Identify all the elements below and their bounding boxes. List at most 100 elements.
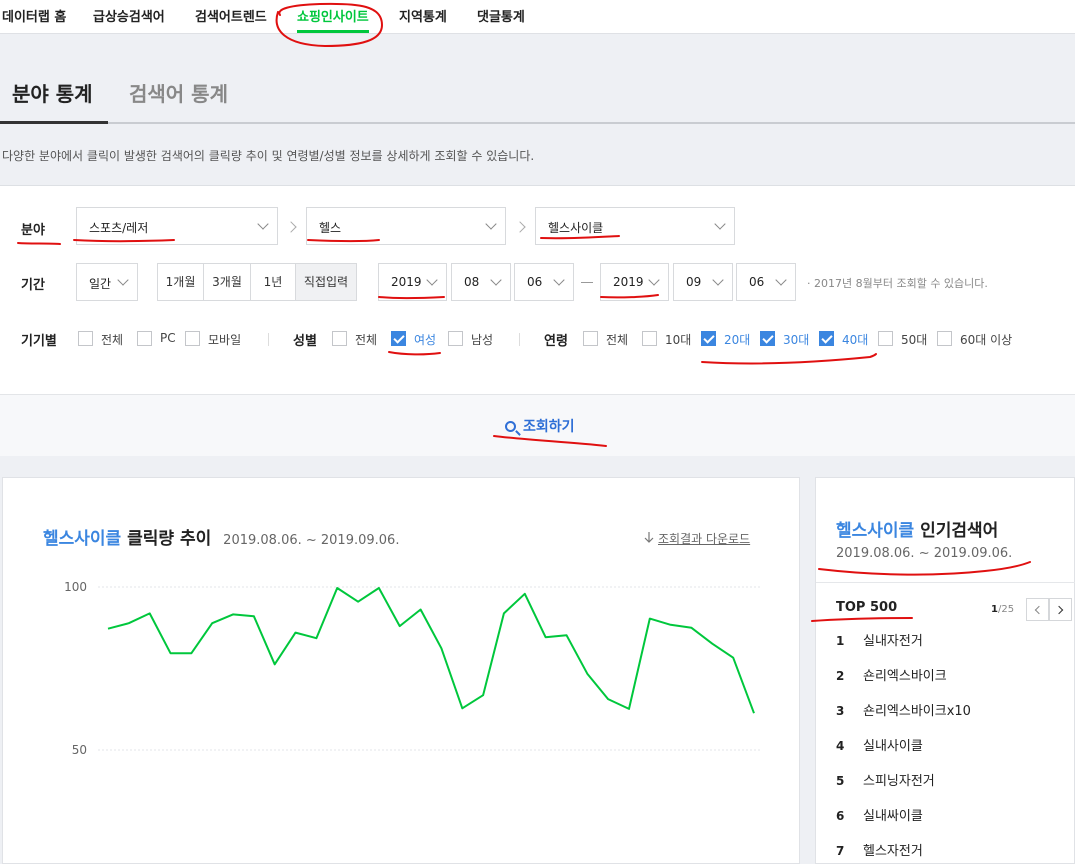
age-10s-checkbox[interactable] [642, 331, 657, 346]
data-point[interactable] [687, 624, 695, 632]
data-point[interactable] [417, 605, 425, 613]
age-60s-checkbox[interactable] [937, 331, 952, 346]
chevron-right-icon [1054, 605, 1064, 615]
data-point[interactable] [458, 704, 466, 712]
end-month-value: 09 [686, 275, 702, 289]
data-point[interactable] [271, 660, 279, 668]
data-point[interactable] [708, 640, 716, 648]
data-point[interactable] [521, 590, 529, 598]
nav-rising-keywords[interactable]: 급상승검색어 [93, 6, 165, 25]
chevron-down-icon [775, 274, 787, 286]
data-point[interactable] [583, 670, 591, 678]
end-year-value: 2019 [613, 275, 644, 289]
data-point[interactable] [333, 584, 341, 592]
data-point[interactable] [312, 634, 320, 642]
gender-female-checkbox[interactable] [391, 331, 406, 346]
data-point[interactable] [125, 619, 133, 627]
nav-regional-stats[interactable]: 지역통계 [399, 6, 447, 25]
device-all-checkbox[interactable] [78, 331, 93, 346]
data-point[interactable] [646, 615, 654, 623]
search-area: 조회하기 [0, 394, 1075, 456]
age-all-checkbox[interactable] [583, 331, 598, 346]
chart-title: 헬스사이클 클릭량 추이 2019.08.06. ~ 2019.09.06. [43, 524, 399, 549]
ranking-item[interactable]: 7 헬스자전거 [836, 840, 923, 860]
device-mobile-checkbox[interactable] [185, 331, 200, 346]
start-day-select[interactable]: 06 [514, 263, 574, 301]
age-40s-checkbox[interactable] [819, 331, 834, 346]
period-custom-button[interactable]: 직접입력 [295, 263, 357, 301]
chevron-left-icon [1034, 605, 1044, 615]
data-point[interactable] [167, 649, 175, 657]
device-label: 기기별 [21, 334, 57, 349]
ranking-item[interactable]: 3 숀리엑스바이크x10 [836, 700, 971, 720]
category3-select[interactable]: 헬스사이클 [535, 207, 735, 245]
start-month-select[interactable]: 08 [451, 263, 511, 301]
data-point[interactable] [229, 610, 237, 618]
age-20s-label: 20대 [724, 333, 751, 347]
age-30s-checkbox[interactable] [760, 331, 775, 346]
prev-page-button[interactable] [1026, 598, 1049, 621]
nav-shopping-insight[interactable]: 쇼핑인사이트 [297, 6, 369, 25]
data-point[interactable] [625, 705, 633, 713]
data-point[interactable] [354, 598, 362, 606]
ranking-item[interactable]: 2 숀리엑스바이크 [836, 665, 947, 685]
data-point[interactable] [729, 654, 737, 662]
ranking-item[interactable]: 6 실내싸이클 [836, 805, 923, 825]
data-point[interactable] [146, 609, 154, 617]
data-point[interactable] [396, 622, 404, 630]
ranking-item[interactable]: 4 실내사이클 [836, 735, 923, 755]
nav-keyword-trend[interactable]: 검색어트렌드 [195, 6, 267, 25]
chevron-down-icon [485, 218, 497, 230]
rank-term: 실내싸이클 [863, 809, 923, 824]
data-point[interactable] [104, 625, 112, 633]
data-point[interactable] [604, 695, 612, 703]
data-point[interactable] [437, 644, 445, 652]
data-point[interactable] [500, 609, 508, 617]
chart-title-suffix: 클릭량 추이 [127, 529, 212, 549]
data-point[interactable] [208, 619, 216, 627]
divider [816, 582, 1075, 583]
gender-all-checkbox[interactable] [332, 331, 347, 346]
nav-comment-stats[interactable]: 댓글통계 [477, 6, 525, 25]
period-1year-button[interactable]: 1년 [250, 263, 296, 301]
rank-number: 3 [836, 704, 845, 718]
period-1month-button[interactable]: 1개월 [157, 263, 204, 301]
search-icon [505, 421, 516, 432]
gender-all-label: 전체 [355, 333, 378, 347]
category1-select[interactable]: 스포츠/레저 [76, 207, 278, 245]
series-line [107, 587, 755, 714]
ranking-item[interactable]: 1 실내자전거 [836, 630, 923, 650]
end-year-select[interactable]: 2019 [600, 263, 669, 301]
tab-category-stats[interactable]: 분야 통계 [12, 78, 93, 107]
device-pc-checkbox[interactable] [137, 331, 152, 346]
start-year-select[interactable]: 2019 [378, 263, 447, 301]
age-20s-checkbox[interactable] [701, 331, 716, 346]
period-3month-button[interactable]: 3개월 [203, 263, 251, 301]
download-results-link[interactable]: 조회결과 다운로드 [644, 530, 750, 547]
start-day-value: 06 [527, 275, 543, 289]
data-point[interactable] [667, 621, 675, 629]
data-point[interactable] [375, 584, 383, 592]
data-point[interactable] [250, 612, 258, 620]
time-unit-select[interactable]: 일간 [76, 263, 138, 301]
ranking-item[interactable]: 5 스피닝자전거 [836, 770, 935, 790]
gender-male-checkbox[interactable] [448, 331, 463, 346]
search-button[interactable]: 조회하기 [505, 416, 575, 436]
data-point[interactable] [292, 629, 300, 637]
end-day-select[interactable]: 06 [736, 263, 796, 301]
data-point[interactable] [562, 631, 570, 639]
data-point[interactable] [542, 633, 550, 641]
data-point[interactable] [750, 709, 758, 717]
age-50s-checkbox[interactable] [878, 331, 893, 346]
age-50s-label: 50대 [901, 333, 928, 347]
start-month-value: 08 [464, 275, 480, 289]
download-label: 조회결과 다운로드 [658, 532, 751, 546]
end-month-select[interactable]: 09 [673, 263, 733, 301]
data-point[interactable] [187, 649, 195, 657]
tab-keyword-stats[interactable]: 검색어 통계 [129, 78, 228, 107]
nav-datalab-home[interactable]: 데이터랩 홈 [2, 6, 66, 25]
next-page-button[interactable] [1049, 598, 1072, 621]
data-point[interactable] [479, 691, 487, 699]
y-tick-label: 100 [64, 580, 87, 594]
category2-select[interactable]: 헬스 [306, 207, 506, 245]
